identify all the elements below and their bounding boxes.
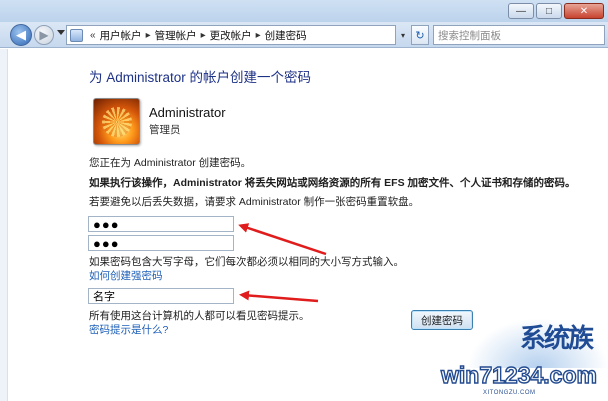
annotation-arrow-password [238,223,327,256]
annotation-arrow-hint [239,290,319,303]
annotation-arrows [238,223,327,303]
